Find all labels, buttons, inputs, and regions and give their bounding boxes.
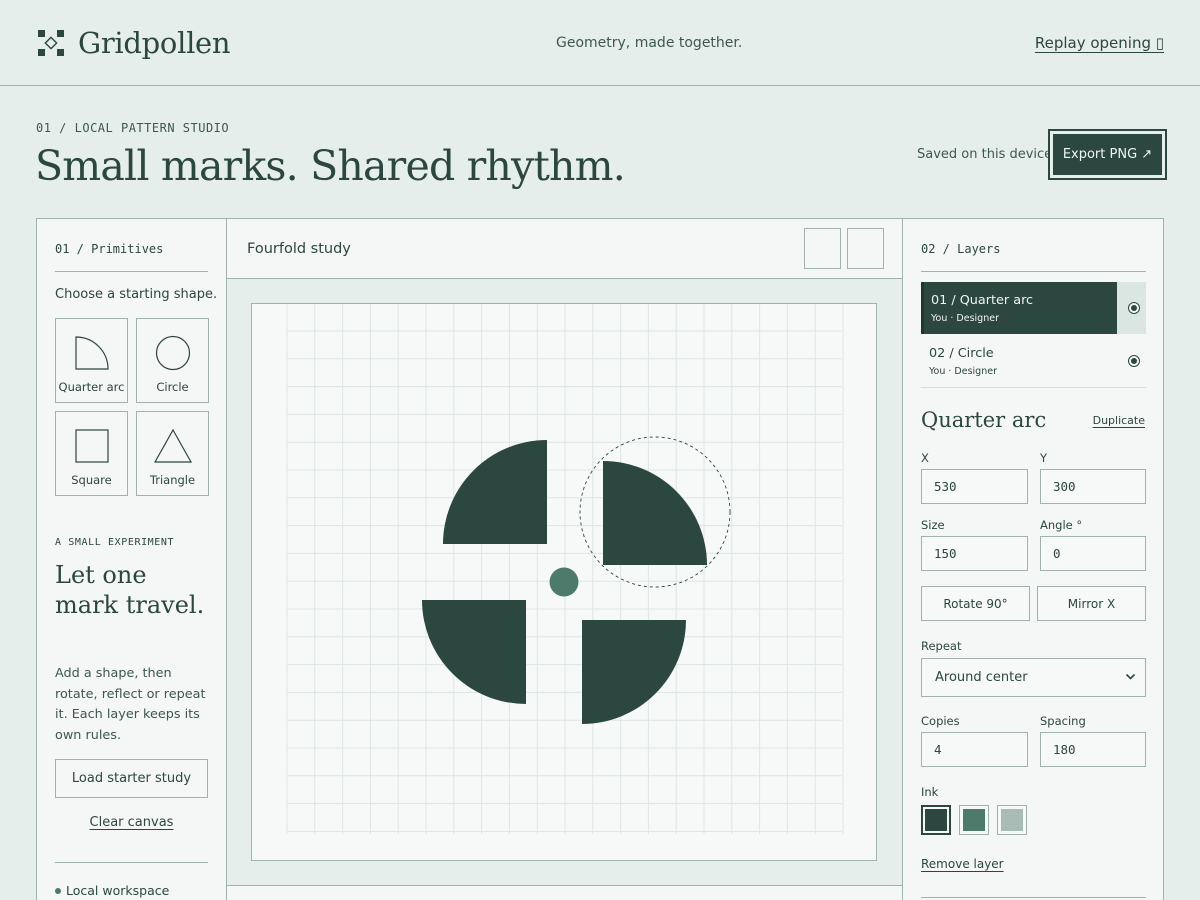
spacing-input[interactable] — [1040, 732, 1146, 767]
divider — [55, 862, 208, 863]
canvas-tool-button[interactable] — [804, 228, 841, 269]
study-title: Fourfold study — [247, 241, 351, 257]
swatch-color — [963, 809, 985, 831]
experiment-body: Add a shape, then rotate, reflect or rep… — [55, 666, 206, 743]
replay-opening-link[interactable]: Replay opening ▯ — [1035, 34, 1164, 52]
copies-input[interactable] — [921, 732, 1028, 767]
primitives-panel: 01 / Primitives Choose a starting shape.… — [37, 219, 227, 900]
chevron-down-icon — [1125, 673, 1136, 680]
canvas-panel: Fourfold study — [227, 219, 902, 900]
clear-canvas-link[interactable]: Clear canvas — [55, 815, 208, 830]
swatch-color — [1001, 809, 1023, 831]
brand-logo-icon — [38, 30, 64, 56]
layer-owner: You · Designer — [931, 313, 999, 324]
status-dot-icon — [55, 887, 61, 894]
divider — [921, 897, 1146, 898]
layers-label: 02 / Layers — [921, 242, 1001, 256]
ink-label: Ink — [921, 785, 939, 799]
quarter-arc-shape-button[interactable]: Quarter arc — [55, 318, 128, 403]
divider — [55, 271, 208, 272]
triangle-shape-button[interactable]: Triangle — [136, 411, 209, 496]
duplicate-link[interactable]: Duplicate — [1093, 414, 1145, 427]
shape-label: Quarter arc — [58, 380, 125, 394]
load-starter-button[interactable]: Load starter study — [55, 759, 208, 798]
quarter-arc-shape — [603, 461, 707, 565]
layer-item[interactable]: 01 / Quarter arc You · Designer — [921, 282, 1146, 334]
shape-label: Square — [71, 473, 112, 487]
page-title: Small marks. Shared rhythm. — [35, 142, 626, 190]
layers-panel: 02 / Layers 01 / Quarter arc You · Desig… — [902, 219, 1163, 900]
mirror-x-button[interactable]: Mirror X — [1037, 586, 1146, 621]
shape-label: Circle — [156, 380, 189, 394]
size-input[interactable] — [921, 536, 1028, 571]
selected-shape-name: Quarter arc — [921, 408, 1047, 432]
canvas-stage — [227, 279, 902, 886]
export-png-label: Export PNG ↗ — [1053, 134, 1162, 175]
layer-name: 01 / Quarter arc — [931, 293, 1034, 308]
canvas-header: Fourfold study — [227, 219, 902, 279]
ink-swatch[interactable] — [997, 805, 1027, 835]
primitives-label: 01 / Primitives — [55, 242, 164, 256]
remove-layer-link[interactable]: Remove layer — [921, 857, 1004, 871]
tagline: Geometry, made together. — [556, 35, 743, 51]
visibility-toggle-icon[interactable] — [1128, 302, 1140, 314]
x-input[interactable] — [921, 469, 1028, 504]
layer-owner: You · Designer — [929, 366, 997, 377]
visibility-toggle-icon[interactable] — [1128, 355, 1140, 367]
triangle-icon — [153, 428, 193, 463]
shape-label: Triangle — [149, 473, 196, 487]
size-label: Size — [921, 518, 945, 532]
layer-name: 02 / Circle — [929, 346, 994, 361]
brand-name: Gridpollen — [78, 26, 231, 60]
export-png-button[interactable]: Export PNG ↗ — [1048, 129, 1167, 180]
angle-label: Angle ° — [1040, 518, 1083, 532]
canvas-tool-button[interactable] — [847, 228, 884, 269]
square-icon — [75, 429, 109, 463]
top-bar: Gridpollen Geometry, made together. Repl… — [0, 0, 1200, 86]
experiment-title: Let one mark travel. — [55, 561, 205, 619]
rotate-90-button[interactable]: Rotate 90° — [921, 586, 1030, 621]
y-label: Y — [1040, 451, 1048, 465]
quarter-arc-icon — [75, 336, 109, 370]
circle-shape — [549, 567, 579, 597]
section-eyebrow: 01 / LOCAL PATTERN STUDIO — [36, 121, 230, 135]
quarter-arc-shape — [422, 600, 526, 704]
ink-swatch[interactable] — [921, 805, 951, 835]
drawing-canvas[interactable] — [251, 303, 877, 861]
workspace-label: Local workspace — [66, 883, 170, 898]
copies-label: Copies — [921, 714, 960, 728]
experiment-eyebrow: A SMALL EXPERIMENT — [55, 537, 175, 548]
layer-item[interactable]: 02 / Circle You · Designer — [921, 335, 1146, 387]
studio-frame: 01 / Primitives Choose a starting shape.… — [36, 218, 1164, 900]
x-label: X — [921, 451, 929, 465]
ink-swatch[interactable] — [959, 805, 989, 835]
repeat-value: Around center — [935, 670, 1028, 685]
spacing-label: Spacing — [1040, 714, 1086, 728]
repeat-select[interactable]: Around center — [921, 658, 1146, 697]
save-status: Saved on this device — [917, 147, 1053, 162]
circle-icon — [155, 335, 191, 371]
brand[interactable]: Gridpollen — [38, 26, 231, 60]
angle-input[interactable] — [1040, 536, 1146, 571]
primitives-hint: Choose a starting shape. — [55, 287, 218, 302]
pattern-artwork — [286, 304, 844, 834]
square-shape-button[interactable]: Square — [55, 411, 128, 496]
y-input[interactable] — [1040, 469, 1146, 504]
layer-highlight — [921, 282, 1117, 334]
circle-shape-button[interactable]: Circle — [136, 318, 209, 403]
quarter-arc-shape — [443, 440, 547, 544]
divider — [921, 387, 1146, 388]
repeat-label: Repeat — [921, 639, 962, 653]
quarter-arc-shape — [582, 620, 686, 724]
workspace-status: Local workspace — [55, 883, 169, 898]
divider — [921, 271, 1146, 272]
swatch-color — [925, 809, 947, 831]
